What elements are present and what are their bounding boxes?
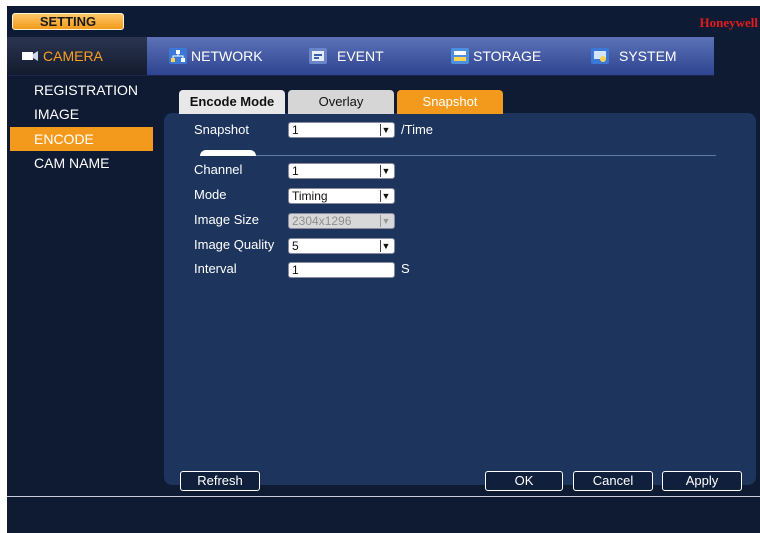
snapshot-suffix: /Time — [401, 122, 434, 137]
tab-label: SYSTEM — [619, 48, 677, 64]
snapshot-label: Snapshot — [194, 122, 249, 137]
tab-label: EVENT — [337, 48, 384, 64]
camera-icon — [21, 48, 39, 64]
image-size-value: 2304x1296 — [292, 214, 352, 228]
interval-input[interactable]: 1 — [288, 262, 395, 278]
tab-snapshot[interactable]: Snapshot — [397, 90, 503, 114]
channel-label: Channel — [194, 162, 243, 177]
tab-label: NETWORK — [191, 48, 263, 64]
sidebar-item-registration[interactable]: REGISTRATION — [10, 78, 153, 102]
mode-label: Mode — [194, 187, 227, 202]
status-divider — [7, 496, 760, 497]
system-icon — [591, 48, 609, 64]
tab-overlay[interactable]: Overlay — [288, 90, 394, 114]
main-tab-bar: CAMERA NETWORK EVENT STORAGE SYSTEM — [7, 37, 714, 76]
sidebar-item-cam-name[interactable]: CAM NAME — [10, 151, 153, 175]
image-quality-value: 5 — [292, 239, 299, 253]
content-panel — [164, 113, 756, 485]
sidebar: REGISTRATION IMAGE ENCODE CAM NAME — [7, 76, 157, 496]
snapshot-select[interactable]: 1 ▼ — [288, 122, 395, 138]
chevron-down-icon: ▼ — [380, 165, 391, 177]
channel-select[interactable]: 1 ▼ — [288, 163, 395, 179]
refresh-button[interactable]: Refresh — [180, 471, 260, 491]
apply-button[interactable]: Apply — [662, 471, 742, 491]
sidebar-item-image[interactable]: IMAGE — [10, 102, 153, 126]
image-size-label: Image Size — [194, 212, 260, 227]
tab-network[interactable]: NETWORK — [163, 37, 283, 75]
section-divider — [256, 155, 716, 156]
chevron-down-icon: ▼ — [380, 124, 391, 136]
event-icon — [309, 48, 327, 64]
tab-encode-mode[interactable]: Encode Mode — [179, 90, 285, 114]
mode-select[interactable]: Timing ▼ — [288, 188, 395, 204]
chevron-down-icon: ▼ — [380, 215, 391, 227]
tab-event[interactable]: EVENT — [303, 37, 423, 75]
title-bar: SETTING Honeywell — [7, 6, 760, 35]
chevron-down-icon: ▼ — [380, 190, 391, 202]
image-size-select: 2304x1296 ▼ — [288, 213, 395, 229]
tab-storage[interactable]: STORAGE — [445, 37, 565, 75]
chevron-down-icon: ▼ — [380, 240, 391, 252]
settings-window: SETTING Honeywell CAMERA NETWORK EVENT S… — [7, 6, 760, 533]
cancel-button[interactable]: Cancel — [573, 471, 653, 491]
network-icon — [169, 48, 187, 64]
tab-label: CAMERA — [43, 48, 103, 64]
interval-label: Interval — [194, 261, 237, 276]
sidebar-item-encode[interactable]: ENCODE — [10, 127, 153, 151]
ok-button[interactable]: OK — [485, 471, 563, 491]
image-quality-label: Image Quality — [194, 237, 275, 252]
section-tab-indicator — [200, 150, 256, 156]
tab-label: STORAGE — [473, 48, 542, 64]
mode-value: Timing — [292, 189, 328, 203]
interval-unit: S — [401, 261, 410, 276]
tab-system[interactable]: SYSTEM — [585, 37, 710, 75]
snapshot-value: 1 — [292, 123, 299, 137]
brand-logo: Honeywell — [699, 15, 759, 30]
tab-camera[interactable]: CAMERA — [7, 37, 147, 75]
image-quality-select[interactable]: 5 ▼ — [288, 238, 395, 254]
channel-value: 1 — [292, 164, 299, 178]
interval-value: 1 — [292, 263, 299, 277]
window-title: SETTING — [12, 13, 124, 30]
storage-icon — [451, 48, 469, 64]
